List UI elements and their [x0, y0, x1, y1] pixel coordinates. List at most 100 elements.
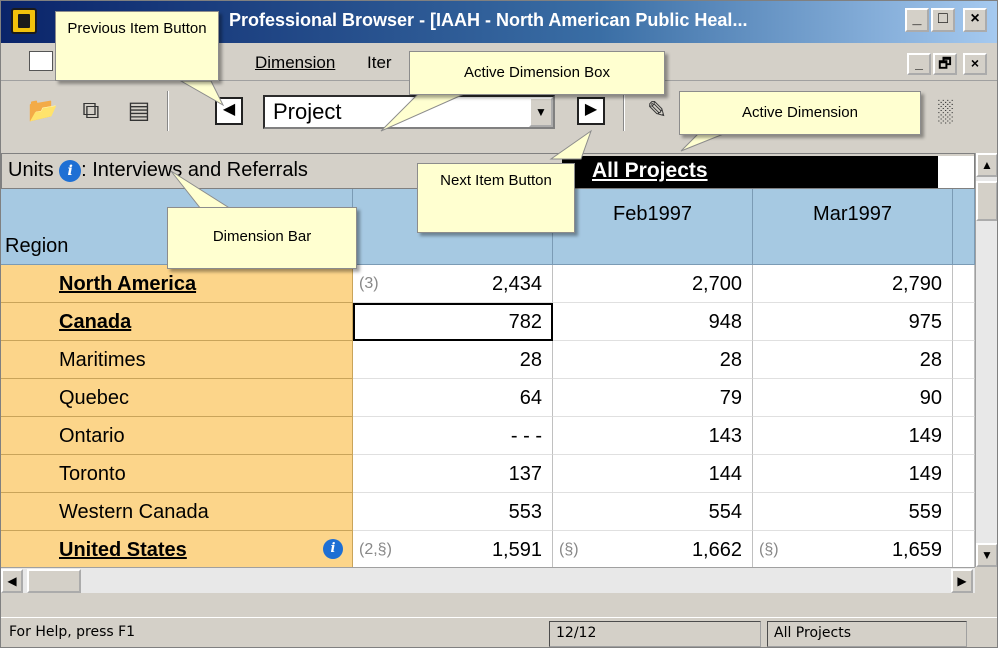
data-cell[interactable]: 553: [353, 493, 553, 531]
tag-icon[interactable]: ✎: [641, 95, 673, 127]
row-header[interactable]: Canada: [1, 303, 353, 341]
row-header[interactable]: North America: [1, 265, 353, 303]
data-cell[interactable]: (§) 1,662: [553, 531, 753, 567]
vertical-scroll-thumb[interactable]: [976, 181, 997, 221]
column-header-feb[interactable]: Feb1997: [553, 189, 753, 265]
cell-value: 149: [908, 463, 942, 485]
doc-close-button[interactable]: ×: [963, 53, 987, 75]
data-cell-partial: [953, 341, 975, 379]
app-icon[interactable]: [11, 8, 37, 34]
data-cell[interactable]: 975: [753, 303, 953, 341]
copy-icon[interactable]: ⧉: [75, 95, 107, 127]
row-header[interactable]: Ontario: [1, 417, 353, 455]
toolbar-separator: [623, 91, 625, 131]
cell-value: 1,662: [691, 539, 742, 561]
chart-icon[interactable]: ░: [929, 95, 961, 127]
row-header[interactable]: Quebec: [1, 379, 353, 417]
open-folder-icon[interactable]: 📂: [27, 95, 59, 127]
maximize-button[interactable]: □: [931, 8, 955, 32]
data-cell[interactable]: 559: [753, 493, 953, 531]
column-header-mar[interactable]: Mar1997: [753, 189, 953, 265]
scroll-down-button[interactable]: ▼: [976, 543, 997, 567]
data-cell[interactable]: - - -: [353, 417, 553, 455]
scroll-up-button[interactable]: ▲: [976, 153, 997, 177]
chevron-down-icon[interactable]: ▼: [529, 97, 553, 127]
cell-value: 2,700: [691, 273, 742, 295]
layout-icon[interactable]: ▤: [123, 95, 155, 127]
units-prefix: Units: [8, 159, 54, 181]
vertical-scrollbar[interactable]: ▲ ▼: [975, 153, 997, 567]
callout-dimension-bar: Dimension Bar: [167, 207, 357, 269]
minimize-button[interactable]: _: [905, 8, 929, 32]
menu-item[interactable]: Iter: [367, 53, 392, 73]
data-cell-partial: [953, 531, 975, 567]
data-cell[interactable]: 149: [753, 417, 953, 455]
data-cell[interactable]: 143: [553, 417, 753, 455]
doc-restore-button[interactable]: 🗗: [933, 53, 957, 75]
toolbar-separator: [167, 91, 169, 131]
row-header[interactable]: United States i: [1, 531, 353, 567]
data-cell[interactable]: 782: [353, 303, 553, 341]
data-cell[interactable]: 554: [553, 493, 753, 531]
data-cell[interactable]: 2,790: [753, 265, 953, 303]
cell-value: 79: [719, 387, 742, 409]
data-cell[interactable]: 28: [553, 341, 753, 379]
data-cell[interactable]: 28: [353, 341, 553, 379]
callout-next-item: Next Item Button: [417, 163, 575, 233]
menu-dimension-label: Dimension: [255, 53, 336, 72]
data-cell[interactable]: (2,§) 1,591: [353, 531, 553, 567]
data-cell-partial: [953, 417, 975, 455]
data-cell[interactable]: 144: [553, 455, 753, 493]
cell-value: 559: [908, 501, 942, 523]
row-label: United States: [59, 539, 187, 561]
status-page: 12/12: [549, 621, 761, 647]
cell-value: 143: [708, 425, 742, 447]
cell-value: 28: [519, 349, 542, 371]
row-label: Toronto: [59, 463, 126, 485]
cell-value: - - -: [510, 425, 542, 447]
horizontal-scroll-thumb[interactable]: [27, 569, 81, 593]
row-header[interactable]: Western Canada: [1, 493, 353, 531]
row-label: Canada: [59, 311, 132, 333]
data-cell[interactable]: (§) 1,659: [753, 531, 953, 567]
info-icon[interactable]: i: [59, 159, 82, 182]
active-dimension[interactable]: All Projects: [562, 156, 938, 188]
data-cell-partial: [953, 455, 975, 493]
dimension-bar-blank: [938, 156, 974, 188]
previous-item-button[interactable]: ◀: [215, 97, 243, 125]
data-cell[interactable]: 948: [553, 303, 753, 341]
data-cell[interactable]: 28: [753, 341, 953, 379]
scroll-right-button[interactable]: ▶: [951, 569, 973, 593]
data-cell-partial: [953, 265, 975, 303]
doc-minimize-button[interactable]: _: [907, 53, 931, 75]
data-cell[interactable]: 90: [753, 379, 953, 417]
cell-note: (2,§): [359, 541, 392, 558]
row-header[interactable]: Toronto: [1, 455, 353, 493]
cell-value: 2,790: [891, 273, 942, 295]
callout-active-dimension-box: Active Dimension Box: [409, 51, 665, 95]
data-cell[interactable]: (3) 2,434: [353, 265, 553, 303]
active-dimension-box[interactable]: Project ▼: [263, 95, 555, 129]
horizontal-scrollbar[interactable]: ◀ ▶: [1, 567, 975, 593]
data-cell-partial: [953, 379, 975, 417]
scroll-left-button[interactable]: ◀: [1, 569, 23, 593]
cell-value: 28: [719, 349, 742, 371]
data-cell[interactable]: 149: [753, 455, 953, 493]
status-context: All Projects: [767, 621, 967, 647]
status-bar: For Help, press F1 12/12 All Projects: [1, 617, 997, 647]
menu-dimension[interactable]: Dimension: [255, 53, 335, 73]
cell-value: 90: [919, 387, 942, 409]
cell-value: 149: [908, 425, 942, 447]
data-cell[interactable]: 79: [553, 379, 753, 417]
row-label: Western Canada: [59, 501, 209, 523]
data-cell[interactable]: 64: [353, 379, 553, 417]
data-cell[interactable]: 137: [353, 455, 553, 493]
info-icon[interactable]: i: [323, 539, 343, 559]
data-cell[interactable]: 2,700: [553, 265, 753, 303]
row-label: Ontario: [59, 425, 125, 447]
callout-active-dimension: Active Dimension: [679, 91, 921, 135]
row-header[interactable]: Maritimes: [1, 341, 353, 379]
close-button[interactable]: ×: [963, 8, 987, 32]
next-item-button[interactable]: ▶: [577, 97, 605, 125]
cell-value: 553: [508, 501, 542, 523]
